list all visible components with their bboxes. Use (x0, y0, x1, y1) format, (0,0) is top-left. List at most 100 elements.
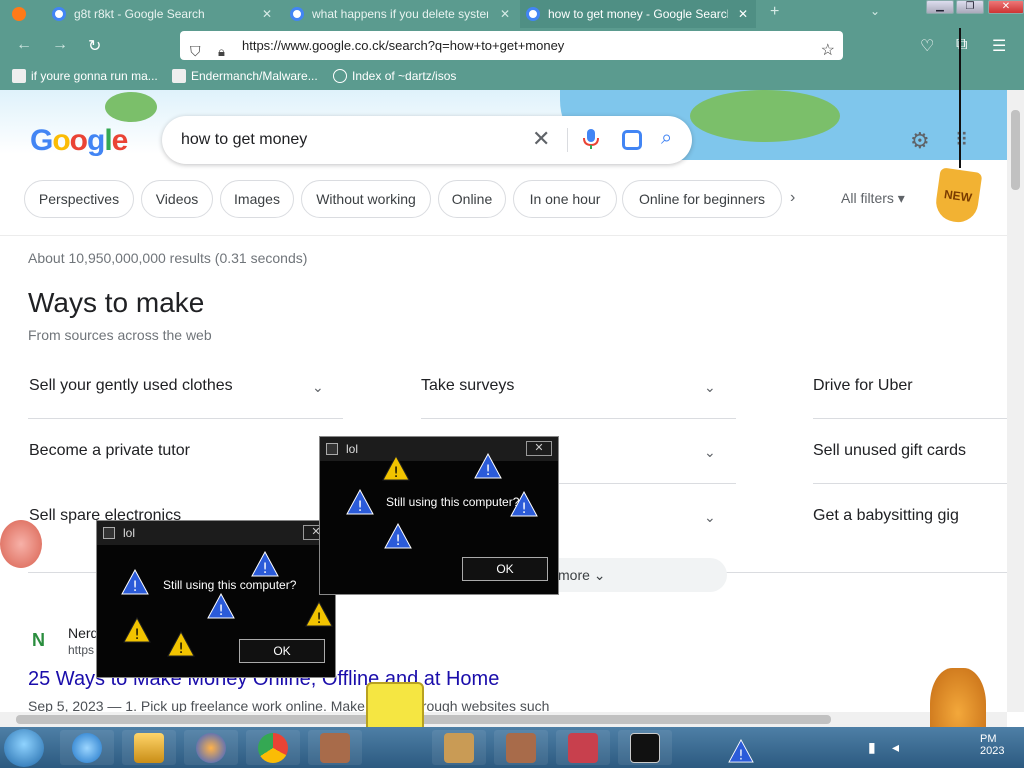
ways-heading: Ways to make (28, 287, 205, 318)
divider (813, 418, 1007, 419)
way-item[interactable]: Sell your gently used clothes (29, 377, 233, 395)
taskbar-app[interactable] (556, 730, 610, 765)
tab-1[interactable]: g8t r8kt - Google Search ✕ (46, 0, 280, 28)
window-close-button[interactable]: ✕ (988, 0, 1024, 14)
github-icon (12, 69, 26, 83)
shield-icon[interactable]: ⛉ (190, 37, 201, 66)
firefox-menu-icon[interactable] (6, 0, 32, 28)
url-bar[interactable]: ⛉ 🔒︎ https://www.google.co.ck/search?q=h… (180, 31, 843, 60)
voice-search-mic-icon[interactable] (582, 129, 600, 149)
chip-images[interactable]: Images (220, 180, 294, 218)
chip-online[interactable]: Online (438, 180, 506, 218)
taskbar-app[interactable] (308, 730, 362, 765)
google-apps-grid-icon[interactable]: ⠿ (955, 130, 968, 151)
taskbar-clock[interactable]: PM 2023 (980, 733, 1004, 757)
scroll-thumb[interactable] (1011, 110, 1020, 190)
close-tab-icon[interactable]: ✕ (500, 7, 510, 21)
clear-search-icon[interactable]: ✕ (532, 126, 550, 152)
google-logo[interactable]: Google (30, 124, 128, 158)
forward-arrow-icon[interactable]: → (52, 36, 68, 54)
bookmark-label: Index of ~dartz/isos (352, 69, 457, 83)
show-more-button[interactable]: more ⌄ (530, 558, 727, 592)
expand-chevron-icon[interactable]: ⌄ (704, 379, 716, 396)
popup-close-button[interactable]: ✕ (526, 441, 552, 456)
snail-sticker (0, 520, 42, 568)
site-favicon-icon: N (32, 630, 45, 650)
chips-next-chevron-icon[interactable]: › (790, 189, 795, 207)
taskbar-chrome[interactable] (246, 730, 300, 765)
extensions-icon[interactable]: ⧉ (956, 36, 967, 54)
warning-icon: ! (384, 523, 412, 549)
taskbar-file-explorer[interactable] (122, 730, 176, 765)
new-badge-sticker: NEW (933, 167, 983, 225)
bookmark-item[interactable]: Endermanch/Malware... (172, 69, 318, 83)
chip-in-one-hour[interactable]: In one hour (513, 180, 617, 218)
menu-hamburger-icon[interactable]: ☰ (992, 36, 1006, 56)
app-icon (103, 527, 115, 539)
popup-title-bar[interactable]: lol ✕ (97, 521, 335, 545)
minimize-button[interactable]: ▁ (926, 0, 954, 14)
lol-popup-window[interactable]: lol ✕ ! ! ! ! ! Still using this compute… (319, 436, 559, 595)
popup-message: Still using this computer? (386, 495, 520, 509)
divider (421, 418, 736, 419)
pocket-icon[interactable]: ♡ (920, 36, 934, 56)
show-more-label: more (558, 567, 590, 583)
start-button[interactable] (4, 729, 44, 767)
tray-speaker-icon[interactable]: ◂ (892, 739, 899, 756)
lol-popup-window[interactable]: lol ✕ ! ! ! ! ! ! Still using this compu… (96, 520, 336, 678)
chip-perspectives[interactable]: Perspectives (24, 180, 134, 218)
warning-icon: ! (207, 593, 235, 619)
taskbar-firefox[interactable] (184, 730, 238, 765)
chip-videos[interactable]: Videos (141, 180, 213, 218)
lock-icon[interactable]: 🔒︎ (218, 37, 225, 66)
way-item[interactable]: Become a private tutor (29, 442, 190, 460)
chip-online-for-beginners[interactable]: Online for beginners (622, 180, 782, 218)
maximize-button[interactable]: ❐ (956, 0, 984, 14)
way-item[interactable]: Take surveys (421, 377, 514, 395)
list-tabs-chevron-icon[interactable]: ⌄ (870, 4, 880, 18)
close-tab-icon[interactable]: ✕ (738, 7, 748, 21)
tab-3-active[interactable]: how to get money - Google Search ✕ (520, 0, 756, 28)
url-text[interactable]: https://www.google.co.ck/search?q=how+to… (242, 38, 564, 53)
bookmark-item[interactable]: Index of ~dartz/isos (333, 69, 456, 83)
google-lens-icon[interactable] (622, 130, 642, 150)
divider (28, 418, 343, 419)
site-url[interactable]: https (68, 643, 94, 657)
horizontal-scrollbar[interactable] (0, 712, 1007, 727)
reload-icon[interactable]: ↻ (88, 36, 101, 56)
tab-bar: g8t r8kt - Google Search ✕ what happens … (0, 0, 1024, 28)
tab-title: what happens if you delete system (312, 7, 488, 21)
navigation-bar: ← → ↻ ⛉ 🔒︎ https://www.google.co.ck/sear… (0, 28, 1024, 64)
svg-text:!: ! (393, 465, 399, 481)
expand-chevron-icon[interactable]: ⌄ (704, 444, 716, 461)
back-arrow-icon[interactable]: ← (16, 36, 32, 54)
bookmark-star-icon[interactable]: ☆ (821, 36, 835, 65)
taskbar-app[interactable] (432, 730, 486, 765)
book-icon (320, 733, 350, 763)
popup-ok-button[interactable]: OK (462, 557, 548, 581)
popup-ok-button[interactable]: OK (239, 639, 325, 663)
search-input[interactable]: how to get money (181, 131, 307, 149)
taskbar-app[interactable] (618, 730, 672, 765)
tab-2[interactable]: what happens if you delete system ✕ (284, 0, 518, 28)
popup-title-bar[interactable]: lol ✕ (320, 437, 558, 461)
chip-without-working[interactable]: Without working (301, 180, 431, 218)
svg-text:!: ! (316, 611, 322, 627)
close-tab-icon[interactable]: ✕ (262, 7, 272, 21)
tray-network-icon[interactable]: ▮ (868, 739, 876, 756)
search-magnifier-icon[interactable]: ⌕ (661, 127, 672, 150)
bookmark-item[interactable]: if youre gonna run ma... (12, 69, 158, 83)
vertical-scrollbar[interactable] (1007, 90, 1024, 712)
search-box[interactable]: how to get money ✕ ⌕ (162, 116, 692, 164)
expand-chevron-icon[interactable]: ⌄ (704, 509, 716, 526)
taskbar-internet-explorer[interactable] (60, 730, 114, 765)
way-item[interactable]: Sell unused gift cards (813, 442, 966, 460)
site-name[interactable]: Nerd (68, 625, 98, 641)
settings-gear-icon[interactable]: ⚙ (910, 128, 930, 154)
way-item[interactable]: Drive for Uber (813, 377, 913, 395)
taskbar-app[interactable] (494, 730, 548, 765)
all-filters-button[interactable]: All filters ▾ (841, 190, 905, 207)
expand-chevron-icon[interactable]: ⌄ (312, 379, 324, 396)
new-tab-plus-icon[interactable]: + (770, 3, 779, 21)
way-item[interactable]: Get a babysitting gig (813, 507, 959, 525)
